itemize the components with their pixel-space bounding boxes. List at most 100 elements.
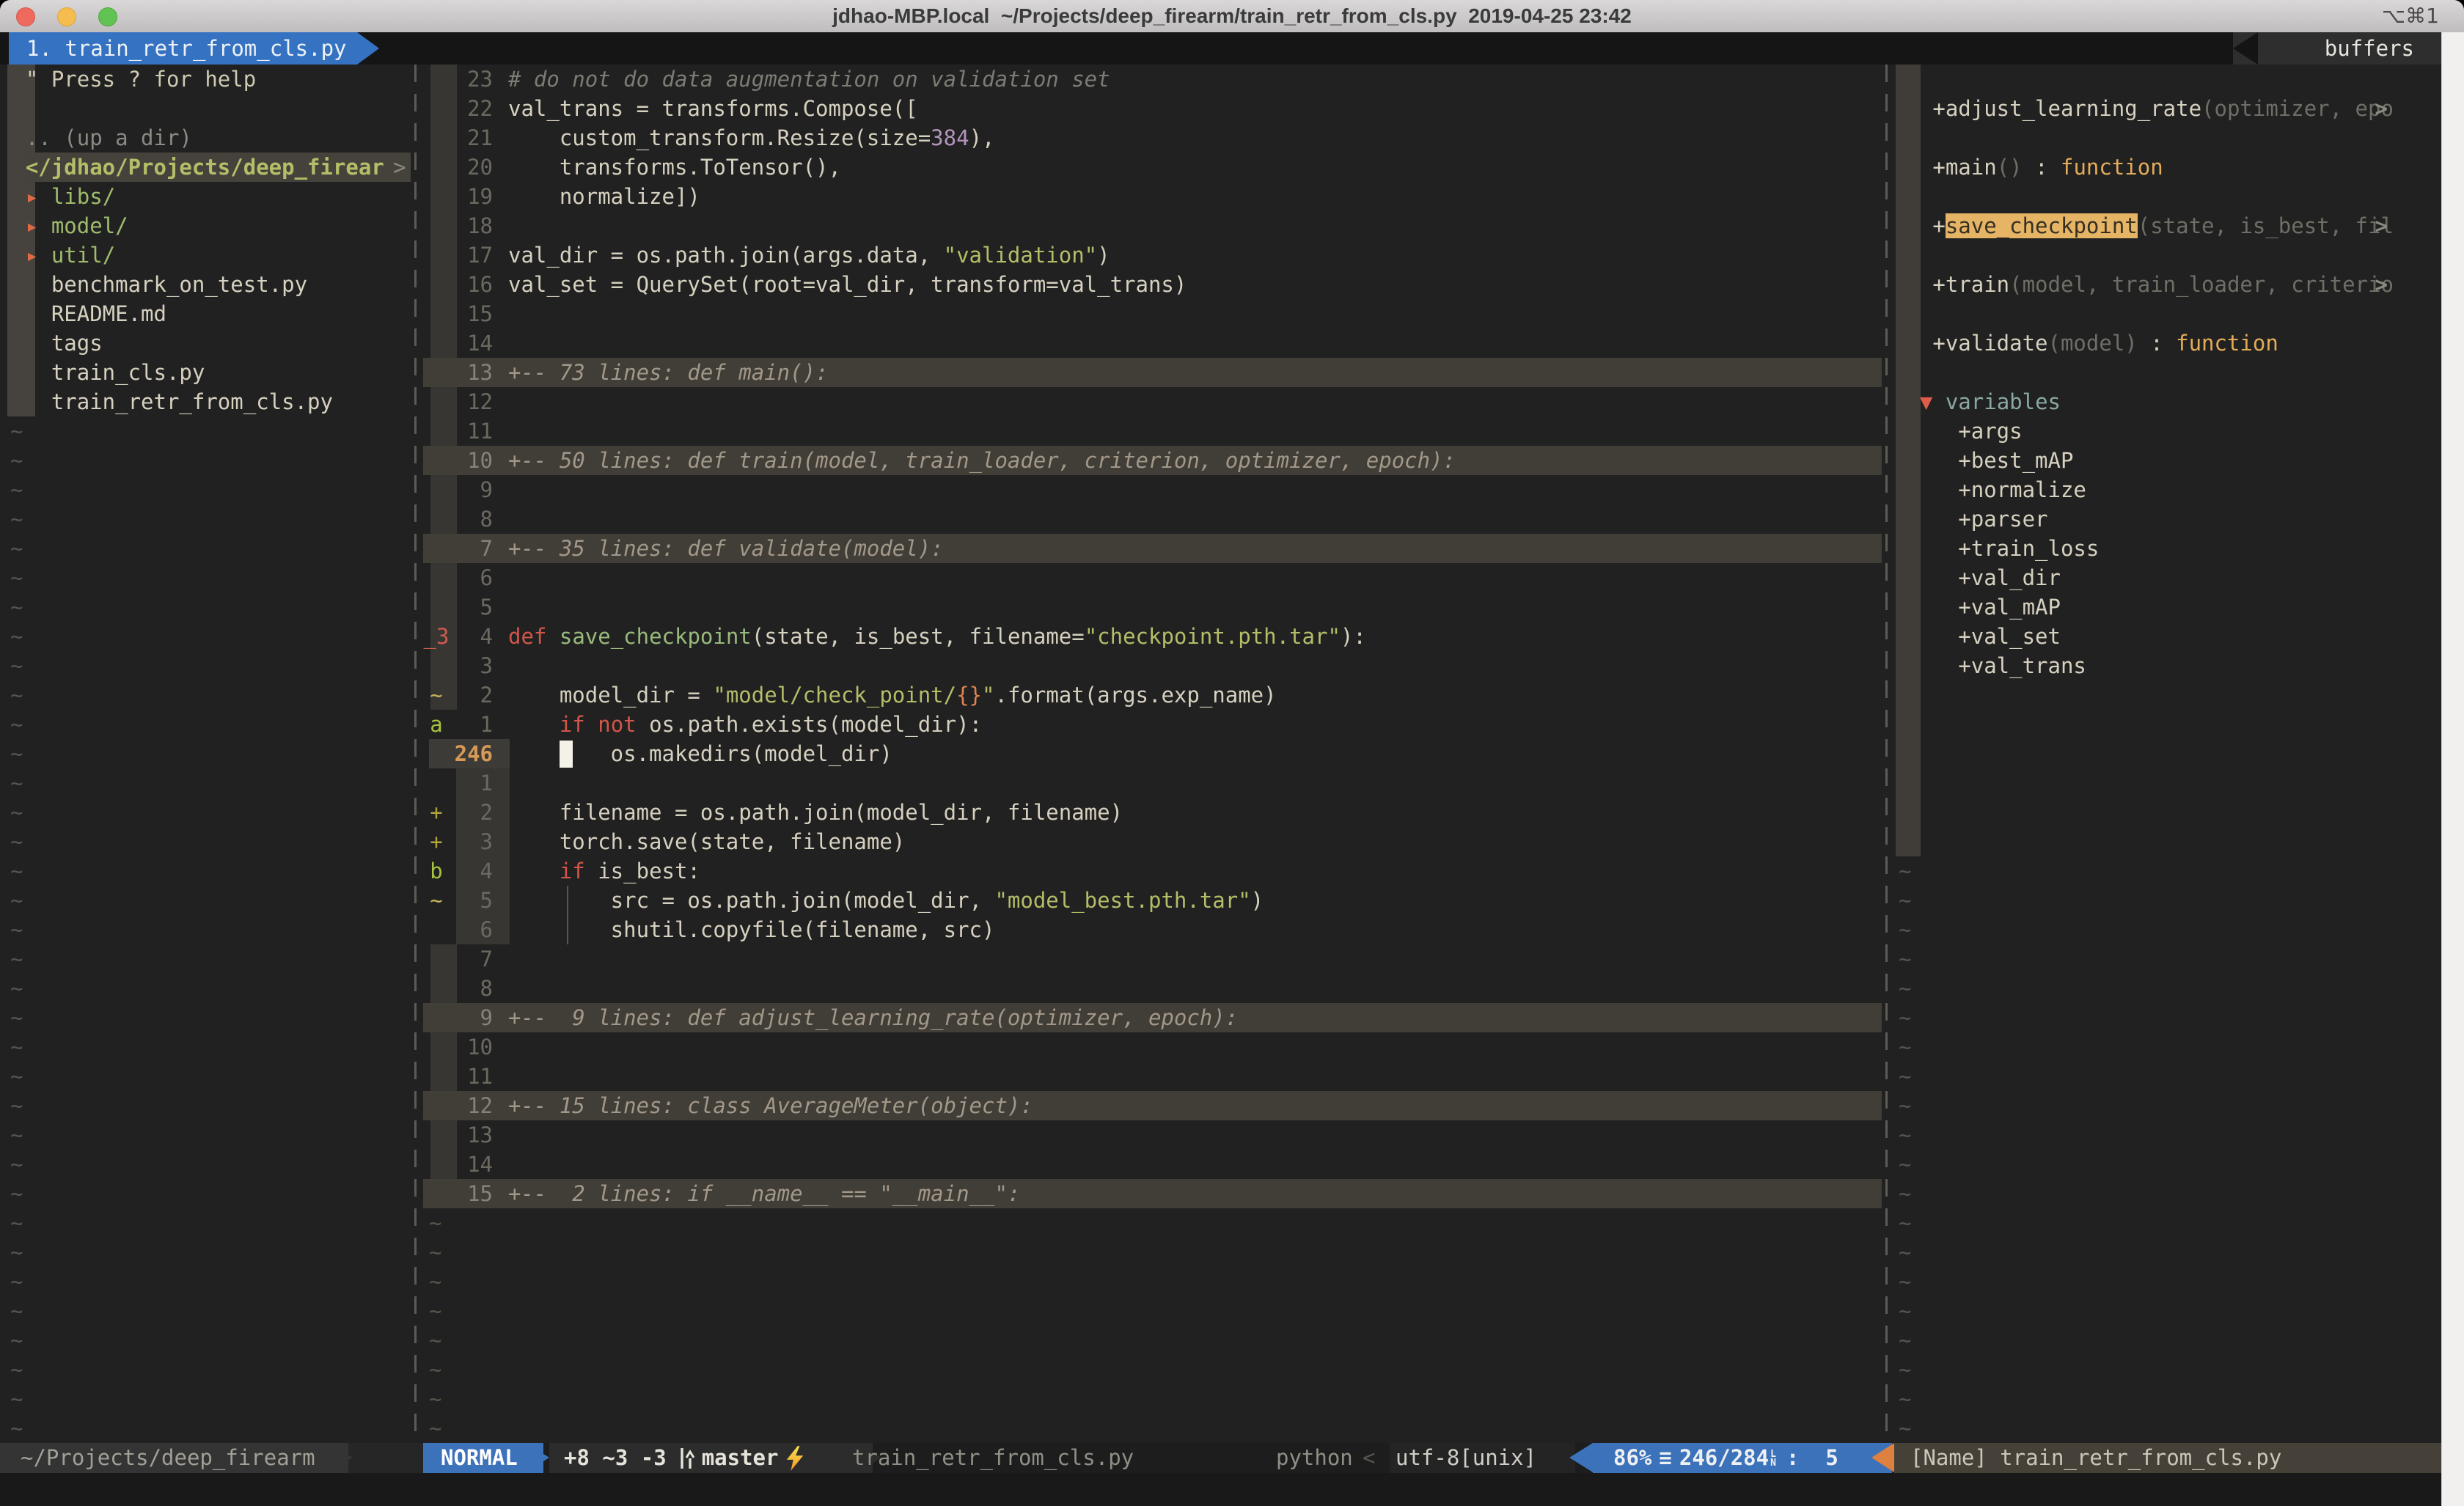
tag-entry-args[interactable]: +args — [1894, 416, 2023, 446]
tree-dir-model[interactable]: ▸ model/ — [0, 211, 128, 240]
tag-entry-train[interactable]: +train(model, train_loader, criterio> — [1894, 270, 2394, 299]
statusline-arrow-icon — [526, 1443, 549, 1472]
empty-line: ~ — [10, 1062, 23, 1091]
empty-line: ~ — [10, 680, 23, 710]
chevron-right-icon: ▸ — [26, 243, 38, 268]
line-number: 11 — [450, 1062, 493, 1091]
tilde-icon: ~ — [10, 917, 23, 942]
tilde-icon: ~ — [10, 477, 23, 502]
code-text: val_dir = os.path.join(args.data, "valid… — [508, 240, 1110, 270]
tag-entry-main[interactable]: +main() : function — [1894, 153, 2163, 182]
tag-entry-adjust_learning_rate[interactable]: +adjust_learning_rate(optimizer, epo> — [1894, 94, 2394, 123]
tilde-icon: ~ — [10, 1181, 23, 1206]
line-number: 8 — [450, 504, 493, 534]
empty-line: ~ — [10, 1150, 23, 1179]
line-number: 3 — [450, 651, 493, 680]
tagbar-panel[interactable]: +adjust_learning_rate(optimizer, epo> +m… — [1894, 65, 2442, 1443]
fold-text: +-- 2 lines: if __name__ == "__main__": — [508, 1179, 1020, 1208]
tree-dir-libs[interactable]: ▸ libs/ — [0, 182, 115, 211]
window-title: jdhao-MBP.local ~/Projects/deep_firearm/… — [0, 0, 2464, 32]
tag-entry-train_loss[interactable]: +train_loss — [1894, 534, 2099, 563]
tilde-icon: ~ — [1899, 1005, 1911, 1030]
tag-entry-save_checkpoint[interactable]: +save_checkpoint(state, is_best, fil> — [1894, 211, 2394, 240]
tree-file-train_retr_from_cls-py[interactable]: train_retr_from_cls.py — [0, 387, 333, 416]
terminal-scrollbar[interactable] — [2441, 32, 2464, 1506]
tilde-icon: ~ — [1899, 1093, 1911, 1118]
tilde-icon: ~ — [10, 1269, 23, 1294]
tree-help[interactable]: " Press ? for help — [0, 65, 256, 94]
tag-entry-validate[interactable]: +validate(model) : function — [1894, 328, 2278, 358]
tree-updir: .. (up a dir) — [0, 125, 192, 150]
nerdtree-panel[interactable]: " Press ? for help .. (up a dir) </jdhao… — [0, 65, 411, 1443]
gutter-sign: ~ — [423, 680, 450, 710]
tag-entry-parser[interactable]: +parser — [1894, 504, 2048, 534]
tag-entry-val_set[interactable]: +val_set — [1894, 622, 2061, 651]
tree-root[interactable]: </jdhao/Projects/deep_firear> — [0, 153, 384, 182]
line-number: 15 — [450, 1179, 493, 1208]
tilde-icon: ~ — [429, 1240, 441, 1265]
tag-section-variables[interactable]: ▼ variables — [1894, 387, 2061, 416]
code-text: shutil.copyfile(filename, src) — [508, 915, 994, 944]
tag-name: +train_loss — [1894, 536, 2099, 561]
tilde-icon: ~ — [429, 1386, 441, 1411]
code-text: src = os.path.join(model_dir, "model_bes… — [508, 886, 1264, 915]
line-number: 14 — [450, 1150, 493, 1179]
window-separator-right[interactable] — [1885, 65, 1888, 1443]
statusline-arrow-icon — [1569, 1443, 1593, 1472]
empty-line: ~ — [1899, 856, 1911, 886]
statusline-encoding: utf-8[unix] — [1390, 1443, 1575, 1473]
tilde-icon: ~ — [1899, 1211, 1911, 1235]
empty-line: ~ — [10, 534, 23, 563]
line-number: 18 — [450, 211, 493, 240]
tab-train-retr-from-cls[interactable]: 1. train_retr_from_cls.py — [9, 32, 357, 65]
tree-file-benchmark_on_test-py[interactable]: benchmark_on_test.py — [0, 270, 307, 299]
code-text: model_dir = "model/check_point/{}".forma… — [508, 680, 1277, 710]
line-number: 16 — [450, 270, 493, 299]
empty-line: ~ — [429, 1414, 441, 1443]
line-number: 12 — [450, 1091, 493, 1120]
line-number: 6 — [450, 915, 493, 944]
statusline-orange-arrow-icon — [1871, 1443, 1894, 1472]
tilde-icon: ~ — [1899, 1152, 1911, 1177]
empty-line: ~ — [10, 1296, 23, 1326]
tag-entry-normalize[interactable]: +normalize — [1894, 475, 2086, 504]
tilde-icon: ~ — [1899, 859, 1911, 884]
tag-entry-val_trans[interactable]: +val_trans — [1894, 651, 2086, 680]
code-text: torch.save(state, filename) — [508, 827, 905, 856]
line-number: 20 — [450, 153, 493, 182]
tag-entry-val_mAP[interactable]: +val_mAP — [1894, 592, 2061, 622]
tree-file-tags[interactable]: tags — [0, 328, 103, 358]
command-line[interactable] — [0, 1473, 2442, 1506]
tree-dir-util[interactable]: ▸ util/ — [0, 240, 115, 270]
line-number-icon: LN — [1770, 1450, 1776, 1468]
fold-text: +-- 15 lines: class AverageMeter(object)… — [508, 1091, 1033, 1120]
gutter-sign: + — [423, 798, 450, 827]
empty-line: ~ — [10, 1238, 23, 1267]
tilde-icon: ~ — [10, 536, 23, 561]
tag-entry-val_dir[interactable]: +val_dir — [1894, 563, 2061, 592]
code-text: custom_transform.Resize(size=384), — [508, 123, 994, 153]
tilde-icon: ~ — [429, 1299, 441, 1323]
tilde-icon: ~ — [10, 1035, 23, 1059]
empty-line: ~ — [10, 622, 23, 651]
line-number: 12 — [450, 387, 493, 416]
editor-panel[interactable]: 23# do not do data augmentation on valid… — [423, 65, 1882, 1443]
line-number: 246 — [450, 739, 493, 768]
tag-name: +val_trans — [1894, 653, 2086, 678]
empty-line: ~ — [1899, 886, 1911, 915]
empty-line: ~ — [10, 739, 23, 768]
tilde-icon: ~ — [10, 888, 23, 913]
tilde-icon: ~ — [1899, 1035, 1911, 1059]
tilde-icon: ~ — [429, 1357, 441, 1382]
tree-file-README-md[interactable]: README.md — [0, 299, 166, 328]
gutter-sign: b — [423, 856, 450, 886]
tree-updir[interactable]: .. (up a dir) — [0, 123, 192, 153]
empty-line: ~ — [1899, 1355, 1911, 1384]
tag-entry-best_mAP[interactable]: +best_mAP — [1894, 446, 2073, 475]
empty-line: ~ — [1899, 1179, 1911, 1208]
truncation-icon: > — [2375, 94, 2387, 123]
fold-text: +-- 9 lines: def adjust_learning_rate(op… — [508, 1003, 1238, 1032]
fold-text: +-- 73 lines: def main(): — [508, 358, 829, 387]
tree-file-train_cls-py[interactable]: train_cls.py — [0, 358, 205, 387]
window-separator-left[interactable] — [414, 65, 417, 1443]
